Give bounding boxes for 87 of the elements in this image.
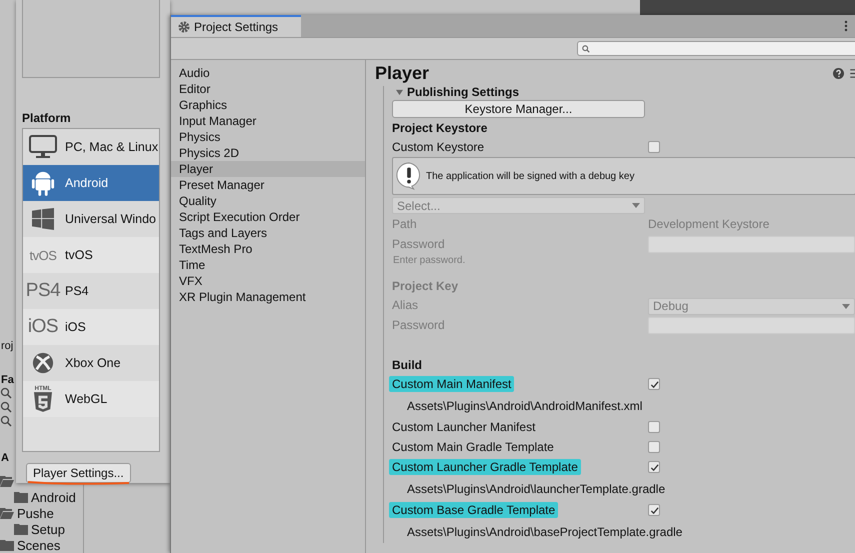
folder-label[interactable]: Scenes (17, 538, 60, 552)
window-tab[interactable]: Project Settings (171, 15, 301, 37)
keystore-manager-button[interactable]: Keystore Manager... (392, 100, 645, 118)
checkbox[interactable] (648, 504, 660, 516)
checkbox[interactable] (648, 421, 660, 433)
assets-label: A (0, 452, 9, 464)
folder-icon (14, 523, 28, 535)
search-icon (0, 387, 12, 399)
sidebar-item[interactable]: Audio (171, 65, 365, 81)
platform-logo-icon: PS4 (26, 280, 60, 302)
platform-item[interactable]: PC, Mac & Linux (23, 129, 159, 165)
warning-speech-bubble-icon (396, 162, 422, 190)
field-label: Custom Keystore (392, 140, 486, 154)
hint-text: Enter password. (393, 254, 466, 268)
sidebar-item[interactable]: Preset Manager (171, 177, 365, 193)
player-settings-button[interactable]: Player Settings... (26, 463, 131, 483)
tab-label[interactable]: roj (0, 340, 14, 352)
sidebar-item[interactable]: TextMesh Pro (171, 241, 365, 257)
platform-heading: Platform (22, 111, 72, 127)
sidebar-item[interactable]: Editor (171, 81, 365, 97)
android-robot-icon (31, 169, 55, 197)
checkmark-icon (650, 380, 658, 388)
field-label: Alias (392, 298, 420, 312)
settings-icon (178, 21, 190, 33)
preset-icon[interactable] (850, 68, 855, 78)
platform-logo-icon: iOS (28, 316, 58, 338)
file-path: Assets\Plugins\Android\launcherTemplate.gradle (407, 482, 666, 496)
sidebar-item[interactable]: Player (171, 161, 365, 177)
expanded-triangle-icon[interactable] (396, 89, 403, 96)
xbox-logo-icon (32, 352, 54, 374)
checkbox[interactable] (648, 441, 660, 453)
platform-logo-icon: tvOS (30, 248, 56, 262)
password-field[interactable] (648, 236, 855, 252)
sidebar-item[interactable]: Tags and Layers (171, 225, 365, 241)
folder-icon (14, 491, 28, 503)
field-label: Password (392, 237, 446, 251)
search-field[interactable] (577, 41, 855, 56)
sidebar-item[interactable]: Time (171, 257, 365, 273)
password-field[interactable] (648, 316, 855, 334)
sidebar-item[interactable]: Graphics (171, 97, 365, 113)
checkmark-icon (650, 462, 658, 472)
file-path: Assets\Plugins\Android\AndroidManifest.xml (407, 398, 642, 412)
field-label: Password (392, 318, 446, 332)
more-options-icon[interactable] (844, 20, 848, 32)
section-heading: Project Keystore (392, 120, 488, 134)
folder-label[interactable]: Setup (31, 522, 65, 536)
platform-item[interactable]: Universal Windo (23, 201, 159, 237)
search-icon (0, 401, 12, 413)
caret-icon (632, 203, 640, 208)
platform-item[interactable]: iOS iOS (23, 309, 159, 345)
folder-label[interactable]: Android (31, 490, 76, 504)
platform-item[interactable]: Xbox One (23, 345, 159, 381)
sidebar-item[interactable]: XR Plugin Management (171, 289, 365, 305)
page-title: Player (375, 62, 430, 84)
field-label: Custom Launcher Manifest (392, 420, 536, 434)
sidebar-item[interactable]: Input Manager (171, 113, 365, 129)
section-title[interactable]: Publishing Settings (407, 86, 520, 99)
field-label: Custom Main Gradle Template (392, 440, 554, 454)
help-icon[interactable] (833, 68, 844, 78)
field-label: Custom Launcher Gradle Template (389, 459, 581, 475)
section-heading: Project Key (392, 278, 458, 292)
caret-icon (842, 304, 850, 308)
sidebar-item[interactable]: Script Execution Order (171, 209, 365, 225)
sidebar-item[interactable]: Physics (171, 129, 365, 145)
checkbox[interactable] (648, 378, 660, 390)
field-label: Custom Base Gradle Template (389, 502, 558, 518)
platform-item[interactable]: tvOS tvOS (23, 237, 159, 273)
file-path: Assets\Plugins\Android\baseProjectTemplate.gradle (407, 524, 682, 538)
section-label: Fa (0, 374, 14, 386)
path-value: Development Keystore (648, 217, 770, 231)
sidebar-item[interactable]: Quality (171, 193, 365, 209)
platform-item[interactable]: PS4 PS4 (23, 273, 159, 309)
folder-label[interactable]: Pushe (17, 506, 54, 520)
sidebar-item[interactable]: Physics 2D (171, 145, 365, 161)
checkbox[interactable] (648, 461, 660, 473)
windows-logo-icon (32, 208, 54, 230)
monitor-icon (29, 135, 57, 159)
search-icon (582, 44, 590, 52)
platform-item[interactable]: Android (23, 165, 159, 201)
sidebar-item[interactable]: VFX (171, 273, 365, 289)
checkmark-icon (650, 506, 658, 514)
section-heading: Build (392, 358, 422, 372)
field-label: Path (392, 217, 418, 231)
field-label: Custom Main Manifest (389, 376, 514, 392)
checkbox[interactable] (648, 140, 660, 152)
search-icon (0, 415, 12, 427)
help-message: The application will be signed with a debug key (426, 170, 634, 182)
